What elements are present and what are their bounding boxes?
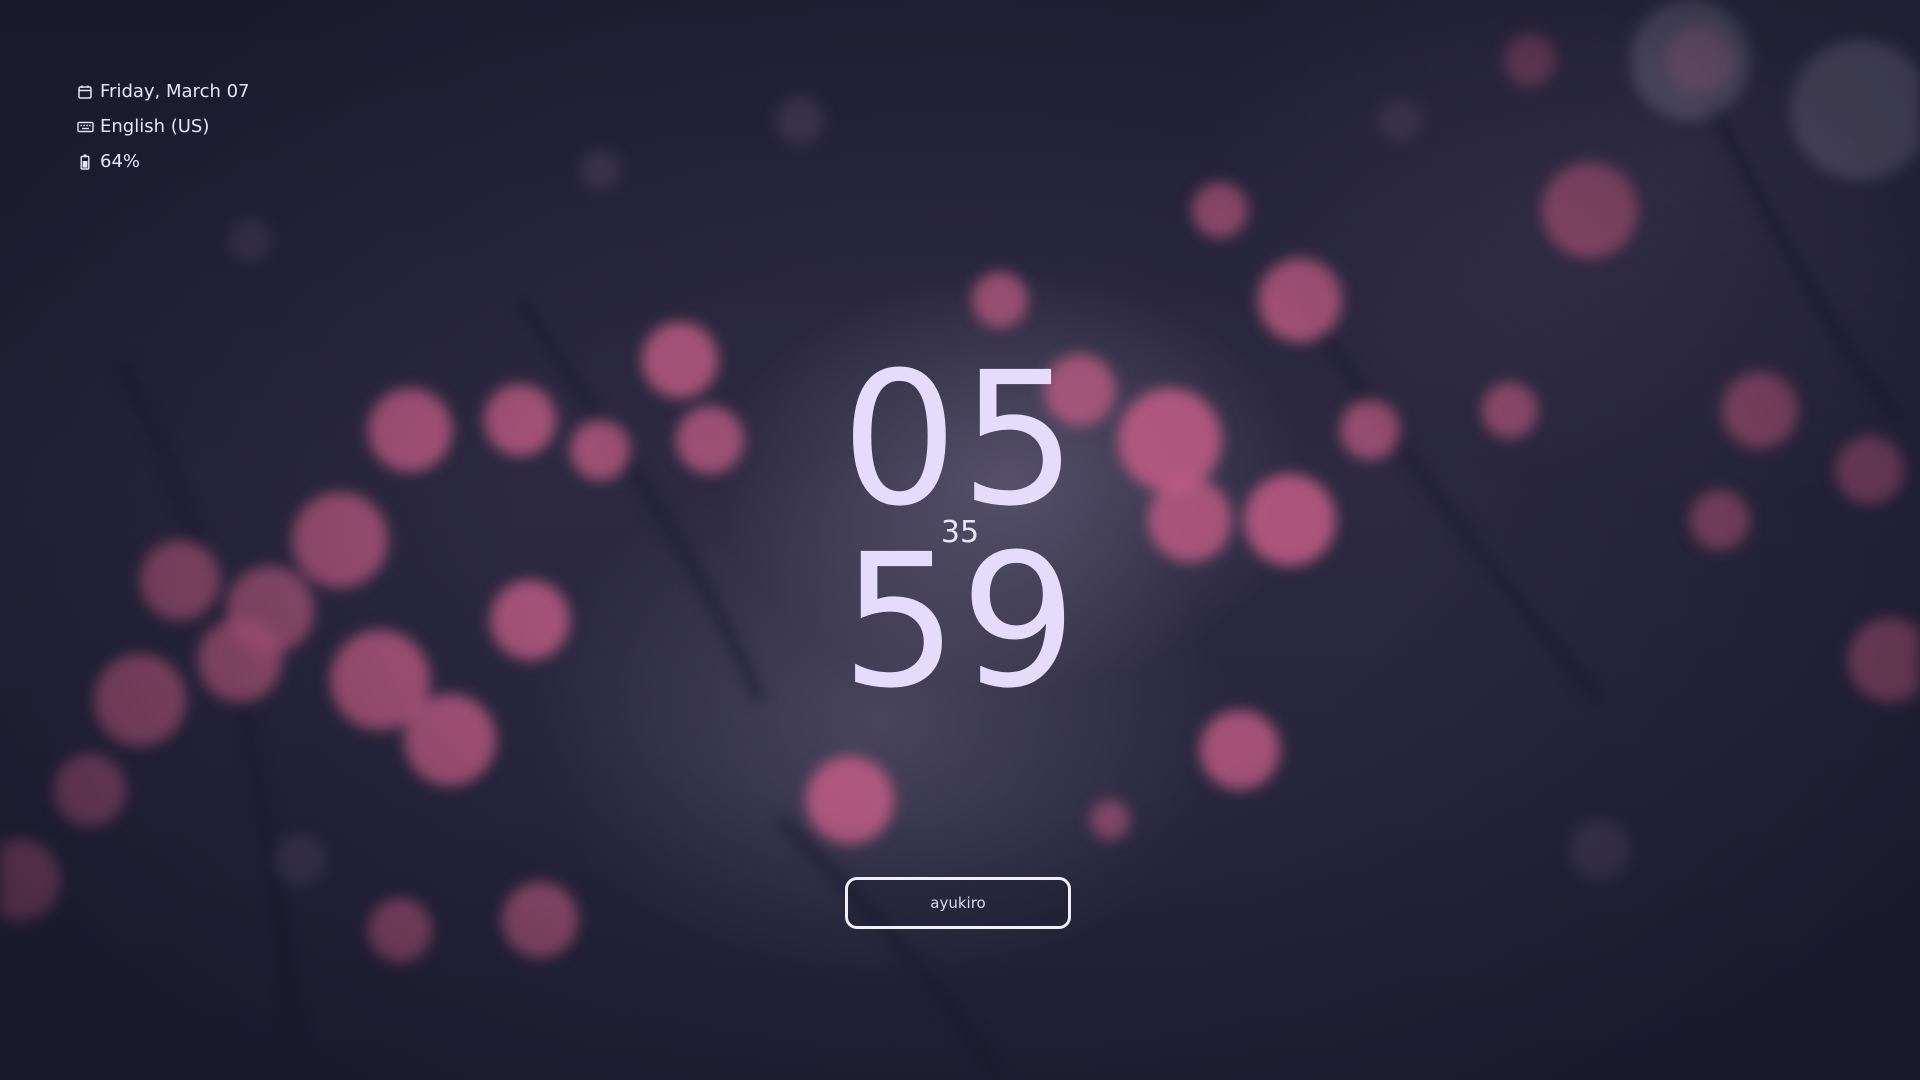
- username-label: ayukiro: [930, 894, 986, 912]
- keyboard-layout-text: English (US): [100, 116, 210, 137]
- battery-level-text: 64%: [100, 151, 141, 172]
- clock: 05 35 59: [760, 333, 1160, 729]
- lock-screen: Friday, March 07 English (US) 64% 05 35 …: [0, 0, 1920, 1080]
- keyboard-layout-row: English (US): [76, 109, 250, 144]
- user-login-button[interactable]: ayukiro: [845, 877, 1071, 929]
- date-text: Friday, March 07: [100, 81, 250, 102]
- status-info: Friday, March 07 English (US) 64%: [76, 74, 250, 179]
- keyboard-icon: [76, 118, 94, 136]
- clock-hours: 05: [840, 333, 1080, 547]
- battery-icon: [76, 153, 94, 171]
- date-row: Friday, March 07: [76, 74, 250, 109]
- clock-minutes: 59: [840, 515, 1080, 729]
- battery-row: 64%: [76, 144, 250, 179]
- calendar-icon: [76, 83, 94, 101]
